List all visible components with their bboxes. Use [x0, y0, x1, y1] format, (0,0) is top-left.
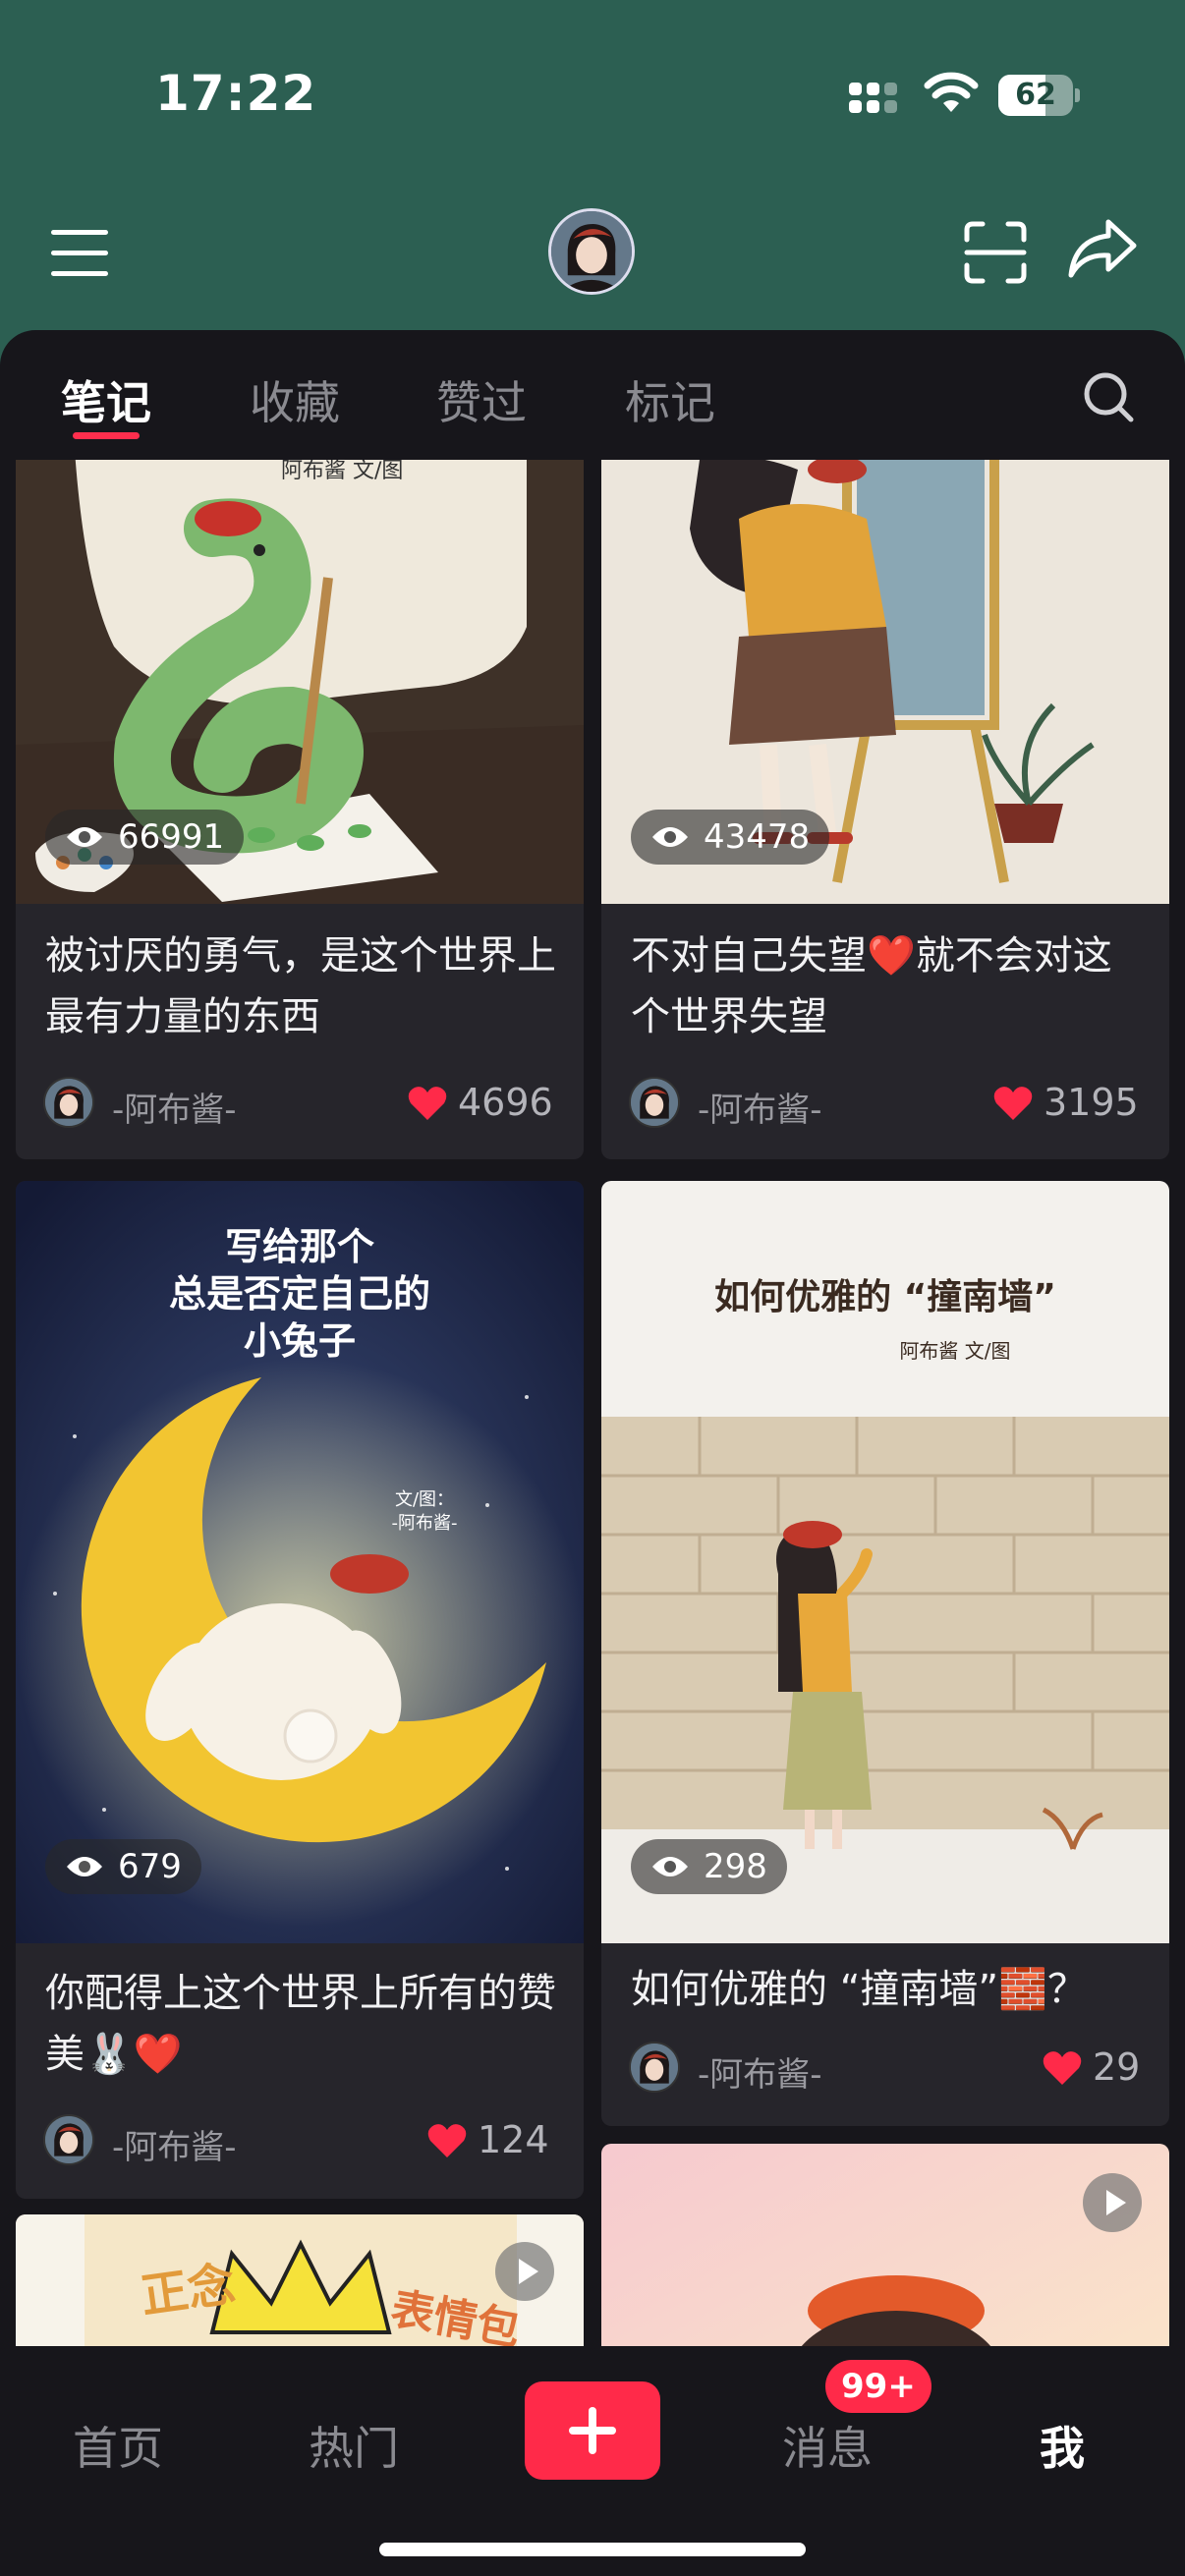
note-card[interactable] [601, 2144, 1169, 2346]
note-cover-image: 写给那个 总是否定自己的 小兔子 文/图： -阿布酱- 679 [16, 1181, 584, 1943]
content-sheet: 笔记 收藏 赞过 标记 阿布酱 文/图 66991 被讨厌的勇气，是这个世界上最… [0, 330, 1185, 2576]
note-cover-image: 正念 表情包 [16, 2214, 584, 2346]
like-count: 124 [478, 2118, 549, 2161]
profile-screen: 17:22 62 笔记 收藏 赞过 标记 阿布酱 文/图 66991 被讨厌的勇… [0, 0, 1185, 2576]
view-count-badge: 679 [45, 1839, 201, 1894]
scan-icon[interactable] [963, 220, 1028, 285]
share-icon[interactable] [1067, 216, 1138, 281]
home-indicator [379, 2543, 806, 2556]
cover-headline: 写给那个 [225, 1225, 374, 1268]
eye-icon [652, 1857, 688, 1876]
note-title: 你配得上这个世界上所有的赞美🐰❤️ [45, 1971, 556, 2077]
note-card[interactable]: 正念 表情包 [16, 2214, 584, 2346]
menu-icon[interactable] [51, 226, 110, 281]
like-count-group[interactable]: 29 [1042, 2042, 1140, 2095]
note-author[interactable]: -阿布酱- [629, 2042, 924, 2095]
like-count: 29 [1093, 2045, 1141, 2089]
svg-text:文/图：: 文/图： [395, 1489, 454, 1510]
profile-tabs: 笔记 收藏 赞过 标记 [0, 330, 1185, 460]
cover-caption: 阿布酱 文/图 [281, 460, 403, 483]
status-bar: 17:22 62 [0, 0, 1185, 187]
author-name: -阿布酱- [698, 1091, 822, 1130]
like-count: 3195 [1044, 1081, 1139, 1124]
note-author[interactable]: -阿布酱- [43, 1077, 338, 1130]
note-cover-image: 阿布酱 文/图 66991 [16, 460, 584, 904]
author-avatar [43, 2114, 94, 2165]
svg-text:小兔子: 小兔子 [244, 1319, 356, 1363]
wifi-icon [924, 72, 979, 112]
note-card[interactable]: 写给那个 总是否定自己的 小兔子 文/图： -阿布酱- 679 你配得上这个世界… [16, 1181, 584, 2199]
note-card[interactable]: 43478 不对自己失望❤️就不会对这个世界失望 -阿布酱- 3195 [601, 460, 1169, 1159]
note-author[interactable]: -阿布酱- [43, 2114, 338, 2167]
author-avatar [629, 2042, 680, 2093]
like-count-group[interactable]: 124 [426, 2114, 554, 2167]
like-count-group[interactable]: 4696 [407, 1077, 554, 1130]
battery-icon: 62 [998, 75, 1080, 116]
view-count-badge: 66991 [45, 810, 245, 865]
svg-text:阿布酱 文/图: 阿布酱 文/图 [899, 1339, 1010, 1363]
heart-icon[interactable] [407, 1085, 448, 1122]
notes-feed: 阿布酱 文/图 66991 被讨厌的勇气，是这个世界上最有力量的东西 -阿布酱-… [0, 460, 1185, 2346]
author-avatar [629, 1077, 680, 1128]
author-name: -阿布酱- [698, 2055, 822, 2095]
tab-marked[interactable]: 标记 [625, 367, 715, 432]
note-title: 被讨厌的勇气，是这个世界上最有力量的东西 [45, 933, 556, 1039]
note-card[interactable]: 如何优雅的 “撞南墙” 阿布酱 文/图 298 如何优雅的 “撞南墙”🧱？ -阿… [601, 1181, 1169, 2126]
author-avatar [43, 1077, 94, 1128]
bottom-navigation: 首页 热门 消息 99+ 我 [0, 2346, 1185, 2576]
tab-liked[interactable]: 赞过 [436, 367, 527, 432]
like-count-group[interactable]: 3195 [992, 1077, 1140, 1130]
create-note-button[interactable] [525, 2381, 660, 2480]
note-author[interactable]: -阿布酱- [629, 1077, 924, 1130]
cover-headline: 如何优雅的 “撞南墙” [714, 1277, 1056, 1317]
eye-icon [67, 827, 102, 847]
nav-me[interactable]: 我 [1040, 2413, 1085, 2478]
view-count: 43478 [704, 817, 811, 857]
messages-badge: 99+ [825, 2360, 931, 2413]
tab-notes[interactable]: 笔记 [61, 367, 151, 432]
note-title: 不对自己失望❤️就不会对这个世界失望 [631, 933, 1112, 1039]
video-play-icon [495, 2242, 554, 2301]
svg-text:总是否定自己的: 总是否定自己的 [169, 1272, 430, 1316]
battery-level: 62 [1015, 78, 1056, 112]
note-title: 如何优雅的 “撞南墙”🧱？ [631, 1967, 1087, 2012]
eye-icon [67, 1857, 102, 1876]
svg-text:-阿布酱-: -阿布酱- [392, 1513, 458, 1534]
note-cover-image: 如何优雅的 “撞南墙” 阿布酱 文/图 298 [601, 1181, 1169, 1943]
note-cover-image: 43478 [601, 460, 1169, 904]
heart-icon[interactable] [992, 1085, 1034, 1122]
nav-home[interactable]: 首页 [73, 2413, 163, 2478]
cellular-signal-icon [849, 79, 908, 118]
status-time: 17:22 [155, 65, 317, 122]
view-count-badge: 43478 [631, 810, 830, 865]
author-name: -阿布酱- [112, 1091, 237, 1130]
eye-icon [652, 827, 688, 847]
note-cover-image [601, 2144, 1169, 2346]
note-card[interactable]: 阿布酱 文/图 66991 被讨厌的勇气，是这个世界上最有力量的东西 -阿布酱-… [16, 460, 584, 1159]
view-count-badge: 298 [631, 1839, 787, 1894]
heart-icon[interactable] [426, 2122, 468, 2159]
author-name: -阿布酱- [112, 2128, 237, 2167]
view-count: 298 [704, 1847, 767, 1886]
active-tab-indicator [73, 432, 140, 439]
video-play-icon [1083, 2173, 1142, 2232]
profile-top-bar [0, 187, 1185, 334]
nav-hot[interactable]: 热门 [309, 2413, 399, 2478]
tab-favorites[interactable]: 收藏 [250, 367, 340, 432]
view-count: 66991 [118, 817, 225, 857]
view-count: 679 [118, 1847, 182, 1886]
avatar[interactable] [548, 208, 635, 295]
like-count: 4696 [458, 1081, 553, 1124]
search-icon[interactable] [1081, 369, 1136, 424]
nav-messages[interactable]: 消息 [782, 2413, 873, 2478]
heart-icon[interactable] [1042, 2049, 1083, 2087]
